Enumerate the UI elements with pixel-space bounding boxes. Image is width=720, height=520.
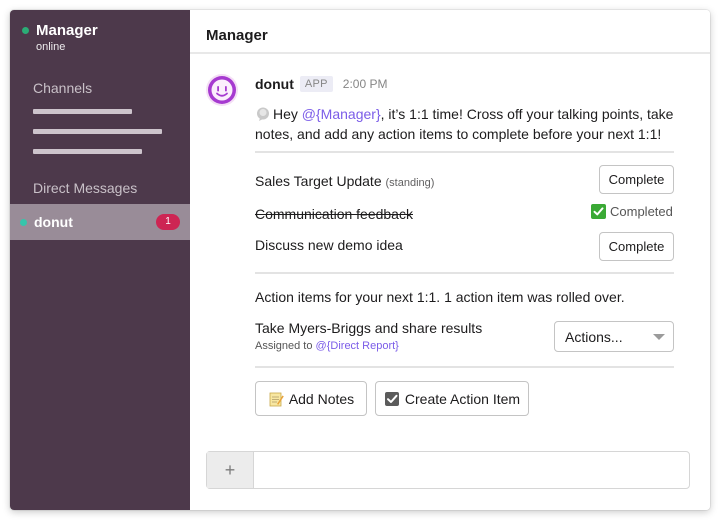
speech-bubble-icon [255, 106, 271, 122]
completed-label: Completed [610, 204, 673, 219]
presence-dot-icon [22, 27, 29, 34]
channel-placeholder [33, 109, 132, 114]
app-tag: APP [299, 76, 333, 92]
message-text: Hey @{Manager}, it’s 1:1 time! Cross off… [255, 104, 685, 144]
team-status: online [36, 41, 66, 53]
channels-header[interactable]: Channels [33, 80, 92, 96]
channel-placeholder [33, 149, 142, 154]
main-pane: Manager donut APP 2:00 PM Hey @{Manager}… [190, 10, 710, 510]
channel-placeholder [33, 129, 162, 134]
sender-name[interactable]: donut [255, 76, 294, 92]
manager-mention[interactable]: @{Manager} [302, 106, 381, 122]
team-header[interactable]: Manager online [22, 22, 98, 53]
checkbox-icon [384, 391, 400, 407]
complete-button[interactable]: Complete [599, 232, 674, 261]
presence-dot-icon [20, 218, 27, 226]
message-text-before: Hey [273, 106, 302, 122]
talking-point-title: Sales Target Update (standing) [255, 173, 434, 189]
check-mark-icon [591, 204, 606, 219]
plus-icon[interactable]: + [207, 452, 254, 488]
divider [255, 151, 674, 153]
sidebar-item-donut[interactable]: donut 1 [10, 204, 190, 240]
action-item-assignee: Assigned to @{Direct Report} [255, 340, 399, 352]
actions-select[interactable]: Actions... [554, 321, 674, 352]
memo-icon [268, 391, 284, 407]
dm-name: donut [34, 214, 73, 230]
timestamp[interactable]: 2:00 PM [343, 77, 388, 91]
add-notes-label: Add Notes [288, 390, 355, 407]
message-header: donut APP 2:00 PM [255, 76, 388, 92]
add-notes-button[interactable]: Add Notes [255, 381, 367, 416]
assigned-prefix: Assigned to [255, 340, 316, 352]
actions-select-value: Actions... [565, 328, 623, 345]
divider [255, 272, 674, 274]
talking-point-label: Sales Target Update [255, 173, 382, 189]
talking-point-title: Discuss new demo idea [255, 237, 403, 253]
chevron-down-icon [653, 334, 665, 340]
message-input[interactable] [255, 452, 689, 488]
team-name: Manager [36, 22, 98, 39]
sidebar: Manager online Channels Direct Messages … [10, 10, 190, 510]
channel-header: Manager [190, 10, 710, 54]
create-action-item-button[interactable]: Create Action Item [375, 381, 529, 416]
message-composer: + [206, 451, 690, 489]
action-item-title: Take Myers-Briggs and share results [255, 320, 483, 336]
complete-button[interactable]: Complete [599, 165, 674, 194]
team-name-row: Manager [22, 22, 98, 39]
assignee-mention[interactable]: @{Direct Report} [316, 340, 399, 352]
channel-title[interactable]: Manager [206, 27, 268, 44]
completed-status: Completed [591, 204, 673, 219]
talking-point-title: Communication feedback [255, 206, 413, 222]
direct-messages-header[interactable]: Direct Messages [33, 180, 137, 196]
divider [255, 366, 674, 368]
create-action-item-label: Create Action Item [404, 390, 521, 407]
talking-point-note: (standing) [385, 177, 435, 189]
action-items-intro: Action items for your next 1:1. 1 action… [255, 289, 625, 305]
donut-face-icon[interactable] [206, 74, 238, 106]
unread-badge: 1 [156, 214, 180, 230]
app-window: Manager online Channels Direct Messages … [10, 10, 710, 510]
